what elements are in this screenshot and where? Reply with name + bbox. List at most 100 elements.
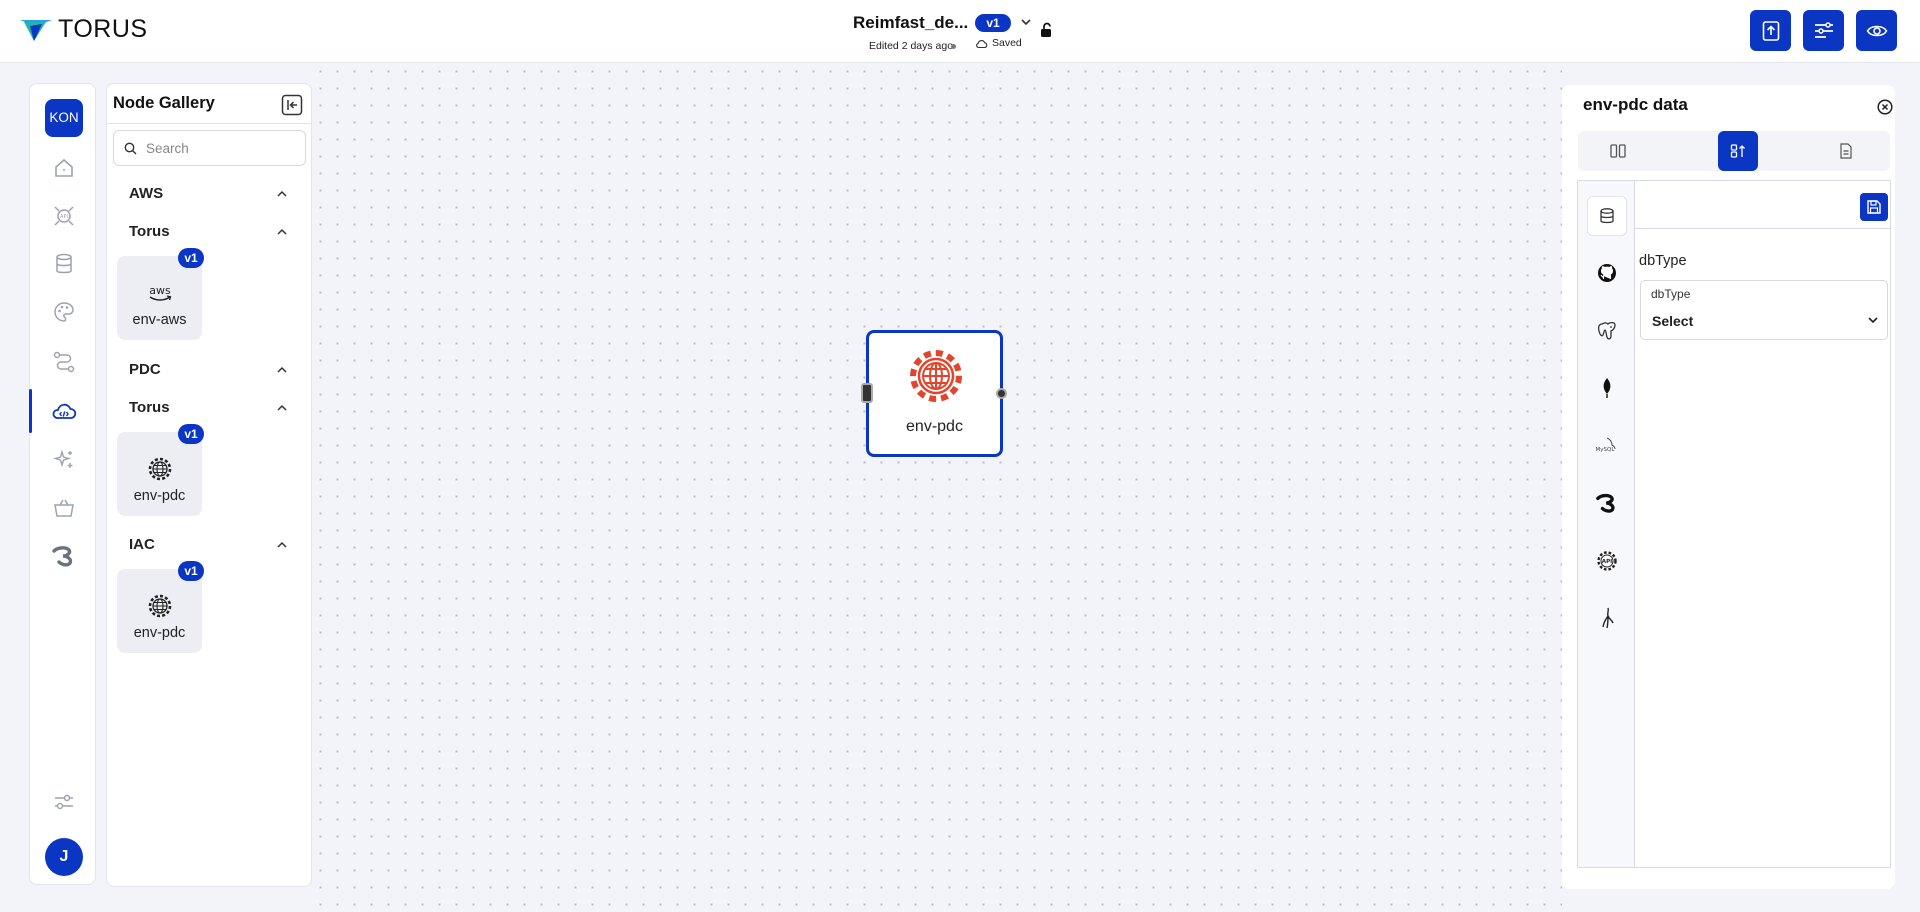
- flow-canvas[interactable]: [312, 63, 1562, 912]
- document-title-area[interactable]: Reimfast_de...: [853, 13, 968, 33]
- torus-logo-icon: [20, 19, 52, 41]
- close-icon[interactable]: [1877, 99, 1893, 115]
- svg-text:aws: aws: [149, 284, 171, 297]
- flow-settings-button[interactable]: [1803, 10, 1844, 51]
- panel-title: env-pdc data: [1583, 95, 1688, 114]
- publish-button[interactable]: [1750, 10, 1791, 51]
- field-heading: dbType: [1639, 253, 1687, 269]
- mongodb-icon[interactable]: [1587, 368, 1627, 408]
- globe-gear-icon: [910, 350, 962, 402]
- chevron-up-icon[interactable]: [275, 187, 289, 201]
- section-iac[interactable]: IAC: [129, 536, 155, 553]
- field-label: dbType: [1651, 287, 1691, 301]
- section-pdc[interactable]: PDC: [129, 361, 161, 378]
- kafka-icon[interactable]: [1587, 598, 1627, 638]
- sliders-icon: [1814, 21, 1833, 38]
- node-gallery-panel: Node Gallery AWS Torus v1 aws env-aws PD…: [106, 83, 312, 887]
- saved-label: Saved: [992, 37, 1022, 49]
- search-input[interactable]: [146, 140, 296, 156]
- canvas-node-label: env-pdc: [906, 418, 963, 435]
- aws-icon: aws: [145, 278, 175, 308]
- search-icon: [124, 142, 137, 154]
- sparkles-icon[interactable]: [51, 447, 77, 473]
- panel-tabs: [1578, 131, 1890, 171]
- settings-sliders-icon[interactable]: [51, 789, 77, 815]
- torus-brand-icon[interactable]: [51, 543, 77, 569]
- mysql-icon[interactable]: MySQL: [1587, 425, 1627, 465]
- gallery-search[interactable]: [113, 130, 306, 166]
- collapse-left-icon: [281, 94, 303, 116]
- node-card-env-aws[interactable]: v1 aws env-aws: [117, 248, 204, 340]
- collapse-panel-button[interactable]: [281, 94, 303, 116]
- left-nav-rail: KON API J: [29, 83, 96, 885]
- api-icon[interactable]: API: [51, 203, 77, 229]
- route-icon[interactable]: [51, 349, 77, 375]
- canvas-node-env-pdc[interactable]: env-pdc: [866, 330, 1003, 457]
- workspace-button[interactable]: KON: [45, 99, 83, 137]
- node-output-handle[interactable]: [996, 388, 1007, 399]
- unlock-icon[interactable]: [1040, 22, 1054, 38]
- node-properties-panel: env-pdc data MySQL API dbType dbType Sel…: [1562, 85, 1895, 889]
- node-input-handle[interactable]: [861, 383, 873, 403]
- node-card-env-pdc-iac[interactable]: v1 env-pdc: [117, 561, 204, 653]
- database-icon[interactable]: [51, 251, 77, 277]
- tab-document[interactable]: [1826, 131, 1866, 171]
- cloud-icon: [976, 39, 988, 48]
- sort-up-icon: [1730, 144, 1745, 158]
- svg-text:API: API: [1602, 559, 1613, 565]
- user-avatar[interactable]: J: [45, 838, 83, 876]
- svg-text:API: API: [60, 214, 68, 220]
- postgresql-icon[interactable]: [1587, 311, 1627, 351]
- torus-logo[interactable]: TORUS: [18, 15, 148, 44]
- status-dot: [951, 44, 956, 49]
- save-button[interactable]: [1860, 193, 1888, 221]
- home-icon[interactable]: [51, 155, 77, 181]
- globe-gear-icon: [145, 454, 175, 484]
- node-card-label: env-aws: [132, 312, 187, 328]
- section-torus-pdc[interactable]: Torus: [129, 399, 170, 416]
- divider: [107, 123, 311, 124]
- database-icon[interactable]: [1587, 196, 1627, 236]
- section-torus-aws[interactable]: Torus: [129, 223, 170, 240]
- chevron-down-icon[interactable]: [1866, 313, 1880, 327]
- preview-button[interactable]: [1856, 10, 1897, 51]
- save-status: Saved: [975, 37, 1022, 49]
- save-icon: [1867, 200, 1881, 214]
- datasource-frame: MySQL API dbType dbType Select: [1577, 180, 1891, 868]
- logo-text: TORUS: [58, 15, 148, 43]
- cloud-code-icon[interactable]: [51, 399, 77, 425]
- node-gallery-title: Node Gallery: [113, 94, 215, 112]
- edited-timestamp: Edited 2 days ago: [869, 40, 954, 52]
- field-value[interactable]: Select: [1652, 313, 1693, 329]
- eye-icon: [1866, 25, 1887, 36]
- active-nav-indicator: [29, 389, 32, 433]
- chevron-up-icon[interactable]: [275, 401, 289, 415]
- top-header: TORUS Reimfast_de... v1 Edited 2 days ag…: [0, 0, 1920, 63]
- datasource-toolbar: [1635, 181, 1890, 229]
- torus-brand-icon[interactable]: [1587, 483, 1627, 523]
- palette-icon[interactable]: [51, 299, 77, 325]
- github-icon[interactable]: [1587, 253, 1627, 293]
- node-card-env-pdc[interactable]: v1 env-pdc: [117, 424, 204, 516]
- globe-gear-icon: [145, 591, 175, 621]
- version-badge: v1: [178, 424, 204, 444]
- chevron-up-icon[interactable]: [275, 538, 289, 552]
- tab-data[interactable]: [1718, 131, 1758, 171]
- api-gear-icon[interactable]: API: [1587, 541, 1627, 581]
- node-card-label: env-pdc: [133, 488, 186, 504]
- tab-columns[interactable]: [1598, 131, 1638, 171]
- dbtype-select[interactable]: dbType Select: [1640, 280, 1888, 340]
- version-badge[interactable]: v1: [975, 14, 1011, 32]
- upload-icon: [1762, 20, 1779, 41]
- version-badge: v1: [178, 248, 204, 268]
- chevron-up-icon[interactable]: [275, 363, 289, 377]
- datasource-list: MySQL API: [1578, 181, 1635, 867]
- basket-icon[interactable]: [51, 495, 77, 521]
- chevron-up-icon[interactable]: [275, 225, 289, 239]
- columns-icon: [1610, 144, 1626, 158]
- svg-text:MySQL: MySQL: [1596, 447, 1616, 453]
- document-title[interactable]: Reimfast_de...: [853, 13, 968, 32]
- chevron-down-icon[interactable]: [1019, 15, 1033, 29]
- document-icon: [1840, 143, 1852, 159]
- section-aws[interactable]: AWS: [129, 185, 163, 202]
